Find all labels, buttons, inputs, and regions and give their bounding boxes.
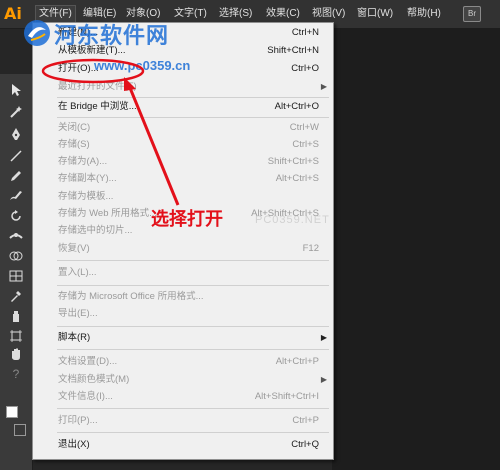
artboard-area	[332, 28, 500, 470]
menu-label: 退出(X)	[58, 439, 90, 450]
hand-tool-icon[interactable]	[8, 346, 24, 362]
menu-label: 恢复(V)	[58, 243, 90, 254]
menu-shortcut: Shift+Ctrl+N	[267, 45, 319, 56]
submenu-arrow-icon: ▶	[320, 82, 327, 91]
menu-label: 存储选中的切片...	[58, 225, 133, 236]
menu-label: 存储为(A)...	[58, 156, 108, 167]
menu-type[interactable]: 文字(T)	[171, 6, 210, 22]
menu-row-new[interactable]: 新建(N)... Ctrl+N	[33, 25, 333, 41]
menu-label: 存储副本(Y)...	[58, 173, 117, 184]
app-logo: Ai	[4, 4, 22, 23]
menu-effect[interactable]: 效果(C)	[263, 6, 303, 22]
annotation-label: 选择打开	[151, 209, 223, 230]
menu-select[interactable]: 选择(S)	[216, 6, 255, 22]
menu-label: 脚本(R)	[58, 332, 91, 343]
menu-object[interactable]: 对象(O)	[123, 6, 163, 22]
fill-swatch[interactable]	[6, 406, 18, 418]
menu-shortcut: Ctrl+S	[292, 139, 319, 150]
menu-shortcut: Shift+Ctrl+S	[267, 156, 319, 167]
perspective-grid-icon[interactable]	[8, 268, 24, 284]
menu-window[interactable]: 窗口(W)	[354, 6, 396, 22]
menu-row-document-setup[interactable]: 文档设置(D)... Alt+Ctrl+P	[33, 354, 333, 370]
menu-shortcut: Ctrl+W	[289, 122, 319, 133]
menu-shortcut: Alt+Shift+Ctrl+I	[254, 391, 319, 402]
menu-label: 文件信息(I)...	[58, 391, 113, 402]
eyedropper-icon[interactable]	[8, 288, 24, 304]
menu-label: 文档颜色模式(M)	[58, 374, 130, 385]
menu-shortcut: Alt+Ctrl+S	[275, 173, 319, 184]
menu-label: 存储为模板...	[58, 191, 114, 202]
faint-watermark: PC0359.NET	[255, 214, 330, 226]
menu-label: 打印(P)...	[58, 415, 98, 426]
brush-icon[interactable]	[8, 188, 24, 204]
menu-row-exit[interactable]: 退出(X) Ctrl+Q	[33, 437, 333, 453]
selection-tool-icon[interactable]	[8, 82, 24, 98]
menu-separator	[57, 408, 329, 409]
menu-row-print[interactable]: 打印(P)... Ctrl+P	[33, 413, 333, 429]
menu-row-scripts[interactable]: 脚本(R) ▶	[33, 330, 333, 346]
shape-builder-icon[interactable]	[8, 248, 24, 264]
menu-row-file-info[interactable]: 文件信息(I)... Alt+Shift+Ctrl+I	[33, 389, 333, 405]
menu-label: 存储为 Microsoft Office 所用格式...	[58, 291, 204, 302]
menu-label: 导出(E)...	[58, 308, 98, 319]
menu-separator	[57, 349, 329, 350]
menu-file[interactable]: 文件(F)	[35, 5, 76, 23]
menu-view[interactable]: 视图(V)	[309, 6, 348, 22]
magic-wand-icon[interactable]	[8, 104, 24, 120]
line-tool-icon[interactable]	[8, 148, 24, 164]
menu-shortcut: Alt+Ctrl+P	[275, 356, 319, 367]
symbol-sprayer-icon[interactable]	[8, 308, 24, 324]
menu-shortcut: Ctrl+O	[291, 63, 319, 74]
menu-shortcut: F12	[302, 243, 319, 254]
annotation-arrow-icon	[124, 77, 180, 206]
menu-row-revert[interactable]: 恢复(V) F12	[33, 241, 333, 257]
menu-label: 关闭(C)	[58, 122, 91, 133]
pencil-icon[interactable]	[8, 168, 24, 184]
width-tool-icon[interactable]	[8, 228, 24, 244]
menu-label: 置入(L)...	[58, 267, 97, 278]
menu-shortcut: Alt+Ctrl+O	[274, 101, 319, 112]
menu-label: 文档设置(D)...	[58, 356, 118, 367]
submenu-arrow-icon: ▶	[320, 333, 327, 342]
menu-help[interactable]: 帮助(H)	[404, 6, 444, 22]
menu-edit[interactable]: 编辑(E)	[80, 6, 119, 22]
help-icon[interactable]: ?	[8, 366, 24, 382]
menu-separator	[57, 260, 329, 261]
pen-tool-icon[interactable]	[8, 126, 24, 142]
rotate-icon[interactable]	[8, 208, 24, 224]
menu-label: 新建(N)...	[58, 27, 99, 38]
menu-shortcut: Ctrl+Q	[291, 439, 319, 450]
bridge-icon[interactable]: Br	[463, 6, 481, 22]
menu-row-color-mode[interactable]: 文档颜色模式(M) ▶	[33, 372, 333, 388]
menu-shortcut: Ctrl+N	[291, 27, 319, 38]
tools-panel: ?	[0, 74, 33, 470]
menu-row-save-office[interactable]: 存储为 Microsoft Office 所用格式...	[33, 289, 333, 305]
menu-row-place[interactable]: 置入(L)...	[33, 265, 333, 281]
menu-separator	[57, 326, 329, 327]
menu-shortcut: Ctrl+P	[292, 415, 319, 426]
menu-separator	[57, 285, 329, 286]
artboard-tool-icon[interactable]	[8, 328, 24, 344]
menu-label: 存储(S)	[58, 139, 90, 150]
menu-row-export[interactable]: 导出(E)...	[33, 306, 333, 322]
stroke-swatch[interactable]	[14, 424, 26, 436]
submenu-arrow-icon: ▶	[320, 375, 327, 384]
menu-separator	[57, 432, 329, 433]
